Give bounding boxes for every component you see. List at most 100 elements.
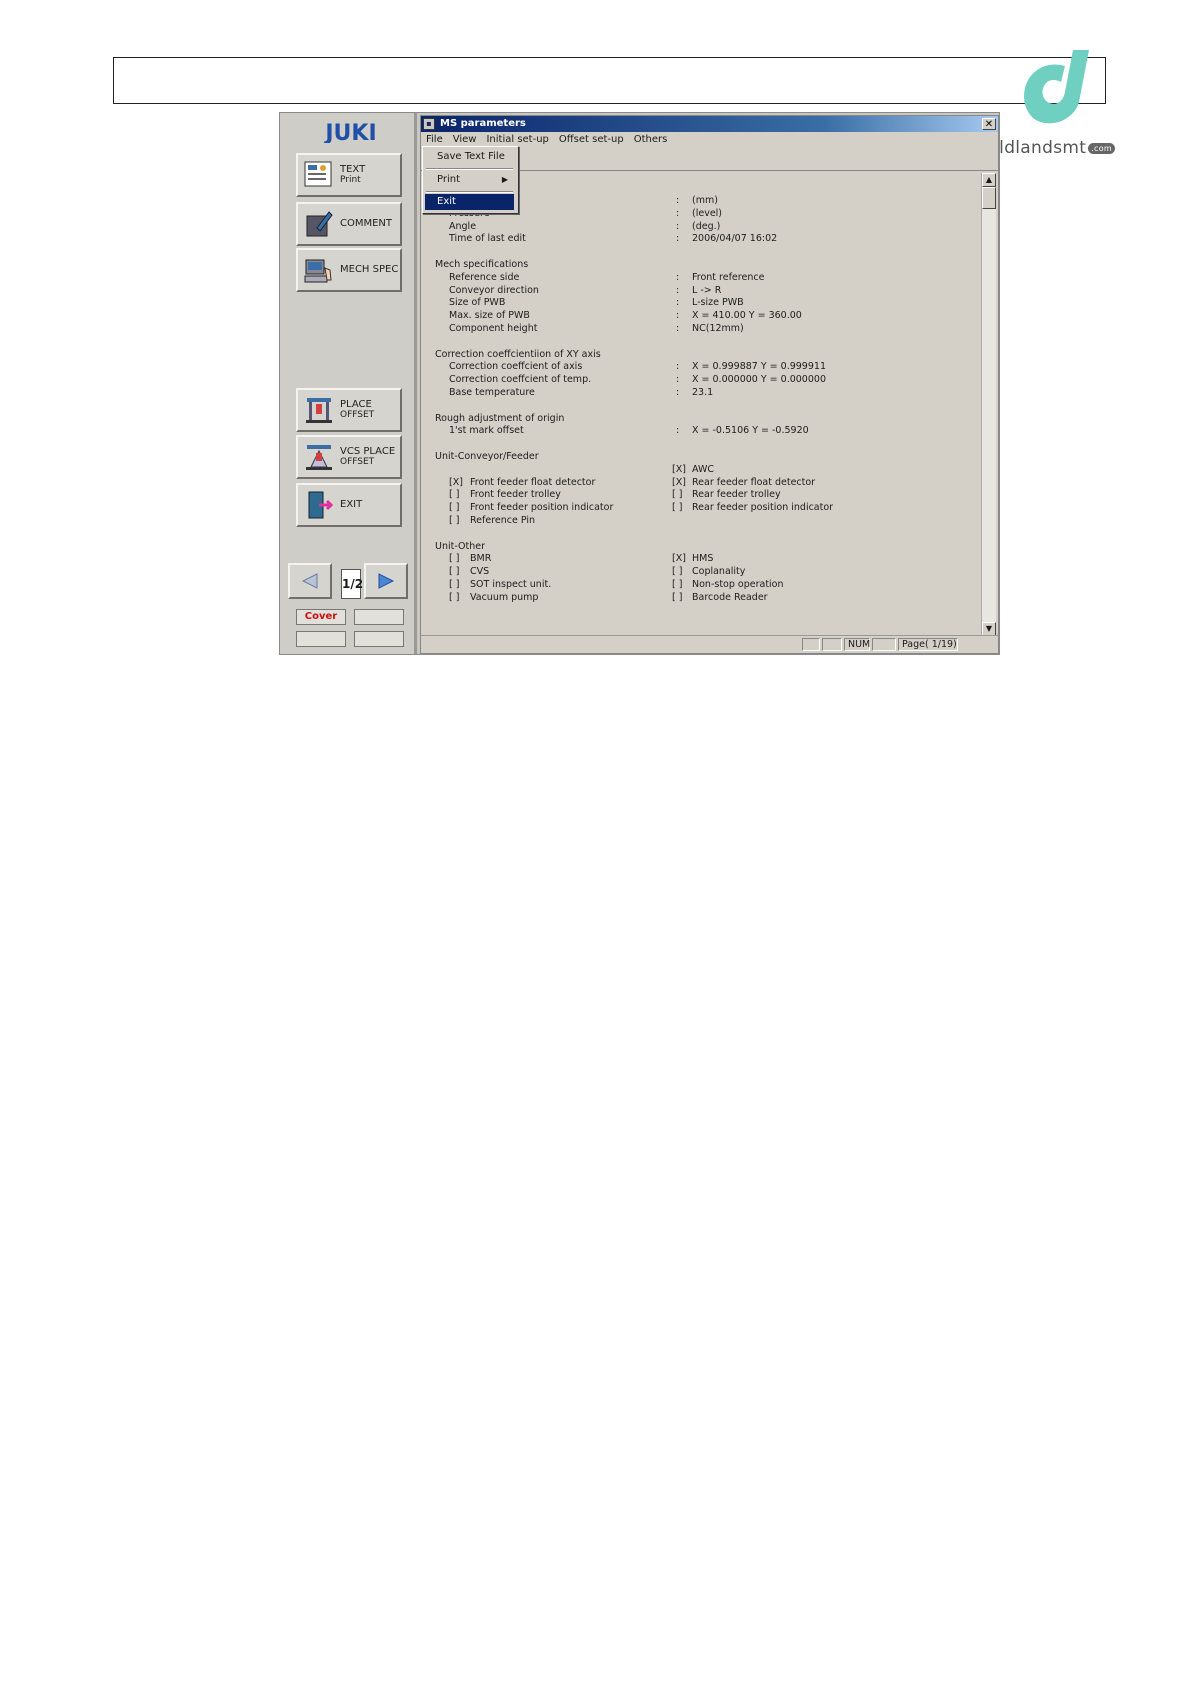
option-label: Reference Pin — [470, 515, 536, 526]
app-icon: ▪ — [423, 118, 435, 130]
juki-logo: JUKI — [323, 121, 376, 143]
place-offset-label: PLACE OFFSET — [340, 399, 374, 421]
parameter-label: Correction coeffcient of temp. — [449, 374, 592, 385]
option-label: Rear feeder trolley — [692, 489, 781, 500]
parameter-row: Reference side: Front reference — [421, 271, 981, 284]
option-row: [ ] BMR [X] HMS — [421, 552, 981, 565]
parameter-label: Reference side — [449, 272, 520, 283]
option-label: SOT inspect unit. — [470, 579, 552, 590]
vertical-scrollbar[interactable]: ▲ ▼ — [981, 173, 996, 636]
option-checkbox: [ ] — [672, 502, 683, 513]
save-text-file-item[interactable]: Save Text File — [425, 149, 514, 165]
parameter-value: (level) — [692, 208, 723, 219]
parameter-label: Max. size of PWB — [449, 310, 530, 321]
parameter-value: X = 410.00 Y = 360.00 — [692, 310, 802, 321]
vcs-place-offset-button[interactable]: VCS PLACE OFFSET — [296, 435, 402, 479]
print-item-label: Print — [437, 174, 461, 185]
triangle-right-icon — [378, 573, 395, 589]
scroll-up-button[interactable]: ▲ — [982, 173, 996, 187]
parameter-label: Base temperature — [449, 387, 535, 398]
parameter-value: 2006/04/07 16:02 — [692, 233, 778, 244]
parameter-row: Component height: NC(12mm) — [421, 322, 981, 335]
option-label: AWC — [692, 464, 715, 475]
next-page-button[interactable] — [364, 563, 408, 599]
option-label: HMS — [692, 553, 714, 564]
option-checkbox: [ ] — [449, 566, 460, 577]
option-checkbox: [ ] — [449, 592, 460, 603]
juki-side-panel: JUKI TEXT Print COMMENT MECH SPEC PLACE … — [280, 113, 417, 654]
parameter-row: Max. size of PWB: X = 410.00 Y = 360.00 — [421, 309, 981, 322]
close-icon: ✕ — [984, 119, 994, 130]
parameter-label: Size of PWB — [449, 297, 506, 308]
juki-logo-text: JUKI — [323, 121, 376, 143]
parameter-label: Component height — [449, 323, 538, 334]
status-cell-2 — [822, 638, 842, 651]
num-lock-indicator: NUM — [844, 638, 870, 651]
parameter-row: Correction coeffcient of axis: X = 0.9998… — [421, 360, 981, 373]
option-checkbox: [ ] — [449, 489, 460, 500]
menu-offset-setup[interactable]: Offset set-up — [554, 132, 629, 148]
option-row: [ ] Front feeder trolley [ ] Rear feeder tr… — [421, 488, 981, 501]
option-label: Front feeder trolley — [470, 489, 561, 500]
exit-label: EXIT — [340, 499, 363, 510]
place-offset-line1: PLACE — [340, 399, 372, 410]
option-label: Non-stop operation — [692, 579, 784, 590]
mech-spec-label: MECH SPEC — [340, 264, 399, 275]
option-checkbox: [ ] — [672, 489, 683, 500]
status-box-empty-3 — [354, 631, 404, 647]
option-checkbox: [ ] — [672, 566, 683, 577]
option-checkbox: [X] — [672, 553, 686, 564]
separator-colon: : — [676, 323, 680, 334]
page-indicator: 1/2 — [341, 569, 363, 599]
menu-others[interactable]: Others — [629, 132, 673, 148]
exit-door-icon — [308, 491, 334, 519]
parameter-value: (mm) — [692, 195, 718, 206]
menu-separator — [426, 191, 513, 193]
page-header-box — [113, 57, 1106, 104]
separator-colon: : — [676, 310, 680, 321]
previous-page-button[interactable] — [288, 563, 332, 599]
separator-colon: : — [676, 297, 680, 308]
text-print-icon — [304, 161, 332, 187]
scroll-thumb[interactable] — [982, 187, 996, 209]
option-checkbox: [ ] — [449, 515, 460, 526]
parameter-label: 1'st mark offset — [449, 425, 524, 436]
scroll-down-button[interactable]: ▼ — [982, 622, 996, 636]
separator-colon: : — [676, 208, 680, 219]
option-checkbox: [ ] — [449, 579, 460, 590]
print-item[interactable]: Print ▶ — [425, 172, 514, 188]
ms-parameters-window: ▪ MS parameters ✕ File View Initial set-… — [420, 115, 999, 654]
text-print-label: TEXT Print — [340, 165, 365, 186]
option-row: [ ] Vacuum pump [ ] Barcode Reader — [421, 591, 981, 604]
scroll-up-icon: ▲ — [985, 175, 993, 184]
vcs-place-offset-icon — [306, 445, 332, 470]
submenu-arrow-icon: ▶ — [501, 175, 508, 184]
parameter-value: X = -0.5106 Y = -0.5920 — [692, 425, 809, 436]
close-button[interactable]: ✕ — [982, 118, 996, 130]
separator-colon: : — [676, 361, 680, 372]
exit-item[interactable]: Exit — [425, 194, 514, 210]
parameter-row: 1'st mark offset: X = -0.5106 Y = -0.5920 — [421, 424, 981, 437]
vcs-place-offset-label: VCS PLACE OFFSET — [340, 447, 395, 468]
option-label: CVS — [470, 566, 490, 577]
separator-colon: : — [676, 272, 680, 283]
mech-spec-button[interactable]: MECH SPEC — [296, 248, 402, 292]
parameter-value: X = 0.999887 Y = 0.999911 — [692, 361, 826, 372]
place-offset-button[interactable]: PLACE OFFSET — [296, 388, 402, 432]
text-print-button[interactable]: TEXT Print — [296, 153, 402, 197]
comment-icon — [306, 211, 333, 237]
screenshot-frame: JUKI TEXT Print COMMENT MECH SPEC PLACE … — [279, 112, 1000, 655]
vcs-place-offset-line2: OFFSET — [340, 457, 375, 467]
parameter-value: Front reference — [692, 272, 765, 283]
comment-button[interactable]: COMMENT — [296, 202, 402, 246]
text-print-line2: Print — [340, 175, 361, 185]
parameter-row: Size of PWB: L-size PWB — [421, 296, 981, 309]
status-cell-1 — [802, 638, 820, 651]
brand-suffix: .com — [1088, 142, 1116, 154]
parameter-value: X = 0.000000 Y = 0.000000 — [692, 374, 826, 385]
option-row: [ ] CVS [ ] Coplanality — [421, 565, 981, 578]
exit-button[interactable]: EXIT — [296, 483, 402, 527]
section-heading: Unit-Conveyor/Feeder — [435, 451, 539, 462]
comment-label: COMMENT — [340, 218, 393, 229]
triangle-left-icon — [301, 573, 318, 589]
